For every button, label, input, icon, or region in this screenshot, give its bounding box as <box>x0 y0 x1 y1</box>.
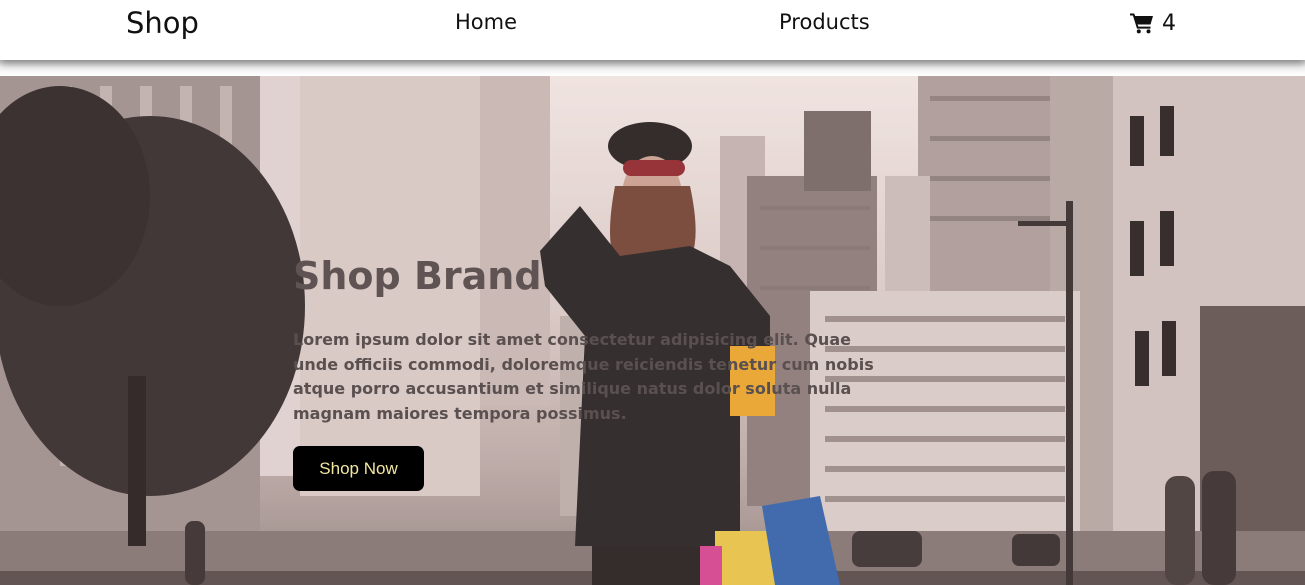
hero-description: Lorem ipsum dolor sit amet consectetur a… <box>293 330 874 423</box>
cart-button[interactable]: 4 <box>1130 9 1176 37</box>
shopping-cart-icon <box>1130 12 1154 34</box>
hero-content: Shop Brand Lorem ipsum dolor sit amet co… <box>293 254 893 491</box>
hero-title: Shop Brand <box>293 254 542 298</box>
cart-count: 4 <box>1162 10 1176 36</box>
navbar: Shop Home Products 4 <box>0 0 1305 60</box>
hero-banner: Shop Brand Lorem ipsum dolor sit amet co… <box>0 76 1305 585</box>
brand-logo[interactable]: Shop <box>126 6 199 40</box>
navbar-shadow <box>0 60 1305 76</box>
shop-now-button[interactable]: Shop Now <box>293 446 424 491</box>
nav-link-home[interactable]: Home <box>455 10 517 34</box>
nav-link-products[interactable]: Products <box>779 10 870 34</box>
